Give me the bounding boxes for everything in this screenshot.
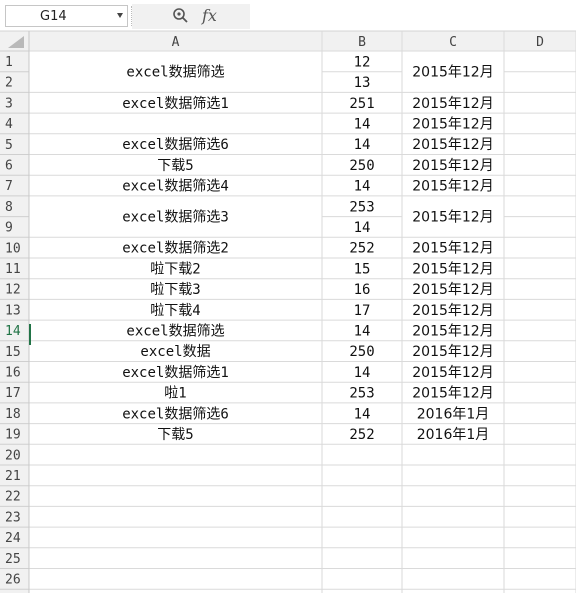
cell-B3[interactable]: 251 [349, 96, 374, 112]
cell-A8[interactable]: excel数据筛选3 [122, 210, 229, 226]
cell-C12[interactable]: 2015年12月 [412, 282, 493, 298]
column-header-A[interactable]: A [172, 35, 180, 50]
column-header-D[interactable]: D [536, 35, 544, 50]
cell-C13[interactable]: 2015年12月 [412, 303, 493, 319]
cell-A6[interactable]: 下载5 [157, 158, 193, 174]
cell-A14[interactable]: excel数据筛选 [126, 323, 224, 339]
row-header-12[interactable]: 12 [5, 283, 21, 298]
cell-B14[interactable]: 14 [354, 323, 371, 339]
spreadsheet-grid[interactable]: A B C D123456789101112131415161718192021222… [0, 0, 576, 593]
cell-A10[interactable]: excel数据筛选2 [122, 241, 229, 257]
cell-A1[interactable]: excel数据筛选 [126, 65, 224, 81]
row-header-21[interactable]: 21 [5, 469, 21, 484]
cell-B10[interactable]: 252 [349, 241, 374, 257]
row-header-16[interactable]: 16 [5, 366, 21, 381]
row-header-5[interactable]: 5 [5, 138, 13, 153]
cell-C7[interactable]: 2015年12月 [412, 179, 493, 195]
cell-A7[interactable]: excel数据筛选4 [122, 179, 229, 195]
row-header-14[interactable]: 14 [5, 324, 21, 339]
cell-B18[interactable]: 14 [354, 406, 371, 422]
cell-C17[interactable]: 2015年12月 [412, 386, 493, 402]
row-header-20[interactable]: 20 [5, 448, 21, 463]
cell-A15[interactable]: excel数据 [140, 344, 210, 360]
column-header-C[interactable]: C [449, 35, 457, 50]
cell-B8[interactable]: 253 [349, 199, 374, 215]
cell-C16[interactable]: 2015年12月 [412, 365, 493, 381]
row-header-3[interactable]: 3 [5, 96, 13, 111]
cell-B16[interactable]: 14 [354, 365, 371, 381]
cell-C11[interactable]: 2015年12月 [412, 261, 493, 277]
row-header-13[interactable]: 13 [5, 303, 21, 318]
row-header-17[interactable]: 17 [5, 386, 21, 401]
cell-C8[interactable]: 2015年12月 [412, 210, 493, 226]
cell-B1[interactable]: 12 [354, 54, 371, 70]
row-header-18[interactable]: 18 [5, 407, 21, 422]
cell-C6[interactable]: 2015年12月 [412, 158, 493, 174]
cell-C4[interactable]: 2015年12月 [412, 116, 493, 132]
row-header-7[interactable]: 7 [5, 179, 13, 194]
row-header-10[interactable]: 10 [5, 241, 21, 256]
cell-B6[interactable]: 250 [349, 158, 374, 174]
row-header-25[interactable]: 25 [5, 552, 21, 567]
cell-A17[interactable]: 啦1 [164, 385, 186, 402]
row-header-2[interactable]: 2 [5, 76, 13, 91]
row-header-22[interactable]: 22 [5, 490, 21, 505]
cell-C5[interactable]: 2015年12月 [412, 137, 493, 153]
cell-B19[interactable]: 252 [349, 427, 374, 443]
cell-C15[interactable]: 2015年12月 [412, 344, 493, 360]
cell-B5[interactable]: 14 [354, 137, 371, 153]
row-header-1[interactable]: 1 [5, 55, 13, 70]
row-header-26[interactable]: 26 [5, 573, 21, 588]
cell-C14[interactable]: 2015年12月 [412, 323, 493, 339]
cell-B15[interactable]: 250 [349, 344, 374, 360]
cell-B7[interactable]: 14 [354, 179, 371, 195]
cell-C3[interactable]: 2015年12月 [412, 96, 493, 112]
cell-C19[interactable]: 2016年1月 [417, 427, 490, 443]
row-header-6[interactable]: 6 [5, 159, 13, 174]
cell-B11[interactable]: 15 [354, 261, 371, 277]
cell-B12[interactable]: 16 [354, 282, 371, 298]
row-header-11[interactable]: 11 [5, 262, 21, 277]
cell-A16[interactable]: excel数据筛选1 [122, 365, 229, 381]
row-header-4[interactable]: 4 [5, 117, 13, 132]
cell-A11[interactable]: 啦下载2 [150, 260, 200, 277]
row-header-9[interactable]: 9 [5, 221, 13, 236]
cell-B17[interactable]: 253 [349, 386, 374, 402]
row-header-19[interactable]: 19 [5, 428, 21, 443]
column-header-bar [0, 31, 576, 51]
row-header-23[interactable]: 23 [5, 510, 21, 525]
cell-A5[interactable]: excel数据筛选6 [122, 137, 229, 153]
selected-row-indicator [29, 324, 31, 345]
cell-C18[interactable]: 2016年1月 [417, 406, 490, 422]
cell-C10[interactable]: 2015年12月 [412, 241, 493, 257]
cell-B2[interactable]: 13 [354, 75, 371, 91]
row-header-24[interactable]: 24 [5, 531, 21, 546]
cell-B4[interactable]: 14 [354, 116, 371, 132]
row-header-15[interactable]: 15 [5, 345, 21, 360]
cell-A13[interactable]: 啦下载4 [150, 302, 200, 319]
row-header-8[interactable]: 8 [5, 200, 13, 215]
cell-B9[interactable]: 14 [354, 220, 371, 236]
cell-A3[interactable]: excel数据筛选1 [122, 96, 229, 112]
cell-A18[interactable]: excel数据筛选6 [122, 406, 229, 422]
column-header-B[interactable]: B [358, 35, 366, 50]
cell-A12[interactable]: 啦下载3 [150, 281, 200, 298]
cell-A19[interactable]: 下载5 [157, 427, 193, 443]
cell-C1[interactable]: 2015年12月 [412, 65, 493, 81]
cell-B13[interactable]: 17 [354, 303, 371, 319]
